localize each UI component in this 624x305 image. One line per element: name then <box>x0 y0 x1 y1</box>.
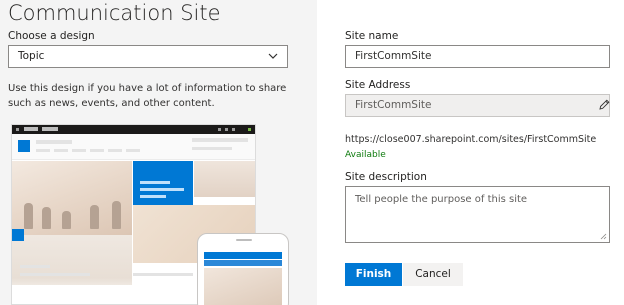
site-name-value: FirstCommSite <box>355 50 432 62</box>
preview-avatar <box>248 128 251 131</box>
preview-news-line <box>133 273 193 276</box>
preview-tile-line <box>140 188 184 191</box>
preview-tile-line <box>140 181 170 184</box>
design-select[interactable]: Topic <box>8 45 288 68</box>
preview-bell-icon <box>225 128 228 131</box>
phone-hero-photo <box>204 268 282 305</box>
preview-person <box>24 203 33 229</box>
mobile-preview-image <box>197 233 289 305</box>
site-address-label: Site Address <box>345 79 411 91</box>
preview-app-text <box>42 127 58 131</box>
cancel-button[interactable]: Cancel <box>403 263 463 286</box>
preview-nav-2 <box>54 149 68 152</box>
preview-person <box>62 211 71 229</box>
preview-search-box <box>192 138 248 142</box>
preview-nav-4 <box>90 149 104 152</box>
site-name-input[interactable]: FirstCommSite <box>345 45 610 68</box>
preview-person <box>90 205 99 229</box>
preview-news-line <box>20 265 50 268</box>
site-description-placeholder: Tell people the purpose of this site <box>355 194 528 205</box>
preview-news-line <box>20 273 90 276</box>
preview-nav-6 <box>126 149 140 152</box>
preview-help-icon <box>232 128 235 131</box>
design-description: Use this design if you have a lot of inf… <box>8 83 287 109</box>
resize-grip-icon[interactable] <box>600 233 607 240</box>
preview-accent-square <box>12 229 24 241</box>
preview-person <box>112 201 121 229</box>
site-url: https://close007.sharepoint.com/sites/Fi… <box>345 134 597 145</box>
preview-site-title <box>36 140 72 144</box>
preview-nav-3 <box>72 149 86 152</box>
preview-tile-line <box>140 195 166 198</box>
site-address-input: FirstCommSite <box>345 94 610 117</box>
phone-app-bar <box>204 252 282 259</box>
site-description-textarea[interactable]: Tell people the purpose of this site <box>345 186 610 243</box>
preview-nav-1 <box>36 149 50 152</box>
preview-settings-icon <box>218 128 221 131</box>
phone-site-header <box>204 260 282 266</box>
finish-button[interactable]: Finish <box>345 263 402 286</box>
preview-hero-photo <box>12 161 132 235</box>
chevron-down-icon <box>268 53 278 59</box>
preview-person <box>42 207 51 229</box>
choose-design-label: Choose a design <box>8 30 95 42</box>
design-panel: Communication Site Choose a design Topic… <box>0 0 317 305</box>
preview-brand-text <box>24 127 38 131</box>
site-description-label: Site description <box>345 171 427 183</box>
preview-site-header <box>12 134 255 160</box>
page-title: Communication Site <box>8 1 221 25</box>
design-select-value: Topic <box>18 50 45 62</box>
phone-speaker <box>236 239 252 241</box>
site-name-label: Site name <box>345 30 399 42</box>
preview-waffle-icon <box>16 128 19 131</box>
preview-site-logo <box>18 140 30 152</box>
pencil-icon[interactable] <box>598 98 611 111</box>
preview-side-photo <box>194 161 255 197</box>
preview-nav-5 <box>108 149 122 152</box>
preview-suite-bar <box>12 125 255 134</box>
availability-status: Available <box>345 150 386 160</box>
site-address-value: FirstCommSite <box>355 99 432 111</box>
preview-follow-link <box>192 147 232 150</box>
